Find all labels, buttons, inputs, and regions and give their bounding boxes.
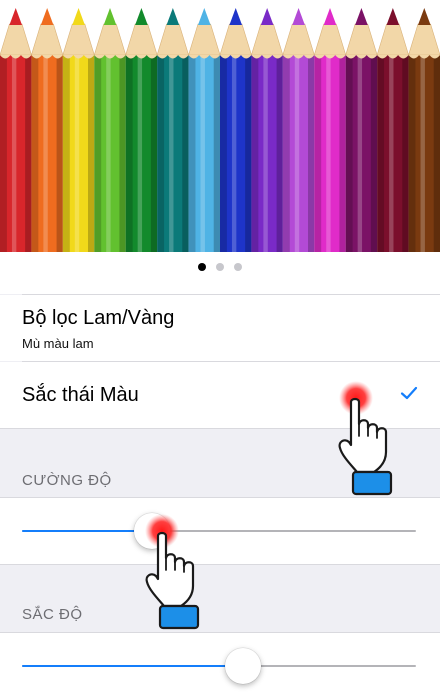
intensity-slider-row bbox=[0, 498, 440, 564]
pencil bbox=[93, 8, 127, 252]
page-dot-3[interactable] bbox=[234, 263, 242, 271]
pencil bbox=[156, 8, 189, 252]
filter-blue-yellow-row[interactable]: Bộ lọc Lam/Vàng Mù màu lam bbox=[0, 295, 440, 361]
color-pencils-image bbox=[0, 8, 440, 252]
intensity-slider[interactable] bbox=[22, 530, 416, 532]
hue-slider-fill bbox=[22, 665, 243, 667]
pencil bbox=[251, 8, 284, 252]
pencil bbox=[188, 8, 221, 252]
pencil bbox=[408, 8, 440, 252]
pencil bbox=[282, 8, 315, 252]
pencil bbox=[31, 8, 64, 252]
color-pencils-banner[interactable] bbox=[0, 0, 440, 252]
partial-row bbox=[0, 282, 440, 294]
section-divider bbox=[0, 564, 440, 565]
page-indicator[interactable] bbox=[0, 252, 440, 282]
pencil bbox=[219, 8, 252, 252]
filter-blue-yellow-subtitle: Mù màu lam bbox=[22, 336, 94, 351]
intensity-slider-fill bbox=[22, 530, 153, 532]
pencil bbox=[62, 8, 95, 252]
hue-slider[interactable] bbox=[22, 665, 416, 667]
color-tint-title: Sắc thái Màu bbox=[22, 384, 139, 406]
pencil bbox=[345, 8, 378, 252]
page-dot-2[interactable] bbox=[216, 263, 224, 271]
checkmark-icon bbox=[400, 386, 418, 400]
pencil bbox=[376, 8, 409, 252]
hue-slider-row bbox=[0, 633, 440, 693]
pencil bbox=[313, 8, 347, 252]
filter-blue-yellow-title: Bộ lọc Lam/Vàng bbox=[22, 307, 175, 329]
pencil bbox=[0, 8, 32, 252]
hue-slider-thumb[interactable] bbox=[224, 648, 261, 684]
intensity-section-header: CƯỜNG ĐỘ bbox=[22, 472, 112, 489]
color-tint-row[interactable]: Sắc thái Màu bbox=[0, 362, 440, 428]
pencil bbox=[125, 8, 158, 252]
intensity-slider-thumb[interactable] bbox=[134, 513, 171, 549]
page-dot-1[interactable] bbox=[198, 263, 206, 271]
hue-section-header: SẮC ĐỘ bbox=[22, 606, 83, 623]
section-divider bbox=[0, 428, 440, 429]
